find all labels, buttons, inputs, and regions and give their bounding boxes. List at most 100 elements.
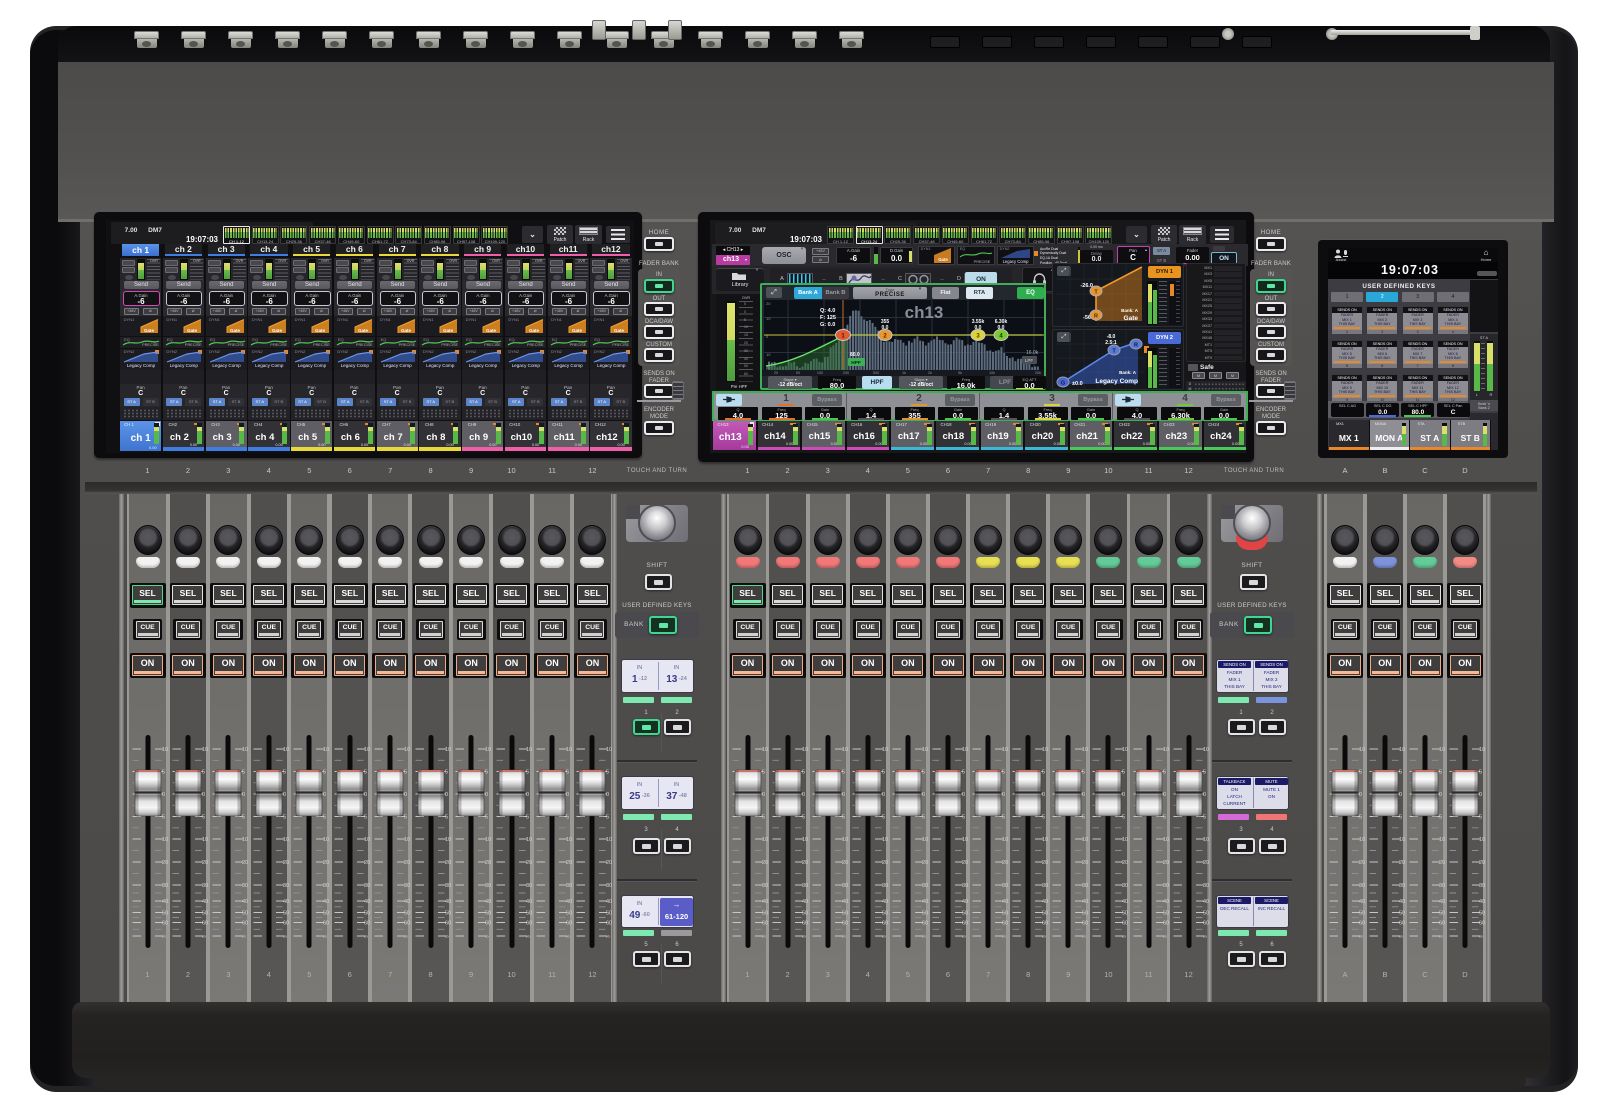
svg-text:60: 60 xyxy=(364,921,370,927)
svg-text:5: 5 xyxy=(1399,770,1402,776)
svg-text:0: 0 xyxy=(1203,792,1206,798)
svg-text:5: 5 xyxy=(1122,770,1125,776)
svg-text:±0.0: ±0.0 xyxy=(1072,381,1083,387)
svg-text:∞: ∞ xyxy=(962,934,966,940)
svg-text:0: 0 xyxy=(1042,792,1045,798)
svg-text:Gate: Gate xyxy=(443,328,454,333)
svg-text:10: 10 xyxy=(404,747,410,753)
svg-text:5: 5 xyxy=(1082,815,1085,821)
svg-text:10: 10 xyxy=(323,837,329,843)
svg-text:30: 30 xyxy=(526,883,532,889)
svg-text:50: 50 xyxy=(162,911,168,917)
svg-text:10: 10 xyxy=(566,747,572,753)
svg-text:0: 0 xyxy=(1479,792,1482,798)
svg-text:∞: ∞ xyxy=(1042,934,1046,940)
svg-text:10: 10 xyxy=(202,747,208,753)
svg-text:20: 20 xyxy=(283,860,289,866)
svg-text:ch13: ch13 xyxy=(905,303,944,322)
svg-text:5: 5 xyxy=(364,815,367,821)
svg-text:16.0k: 16.0k xyxy=(1026,350,1039,356)
svg-text:20: 20 xyxy=(606,860,612,866)
svg-text:0: 0 xyxy=(364,792,367,798)
svg-text:60: 60 xyxy=(1203,921,1209,927)
svg-text:50: 50 xyxy=(1479,911,1485,917)
svg-text:∞: ∞ xyxy=(242,934,246,940)
svg-text:0: 0 xyxy=(606,792,609,798)
svg-text:5: 5 xyxy=(162,815,165,821)
svg-text:Gate: Gate xyxy=(358,328,369,333)
svg-text:50: 50 xyxy=(606,911,612,917)
svg-text:∞: ∞ xyxy=(566,934,570,940)
svg-text:0: 0 xyxy=(566,792,569,798)
svg-text:5: 5 xyxy=(1082,770,1085,776)
svg-text:50: 50 xyxy=(566,911,572,917)
svg-text:60: 60 xyxy=(526,921,532,927)
svg-text:G: G xyxy=(1061,381,1065,387)
svg-text:30: 30 xyxy=(566,883,572,889)
svg-text:∞: ∞ xyxy=(485,934,489,940)
svg-text:Bank: A: Bank: A xyxy=(1121,308,1139,313)
svg-text:0: 0 xyxy=(485,792,488,798)
svg-text:20: 20 xyxy=(202,860,208,866)
svg-text:∞: ∞ xyxy=(1122,934,1126,940)
svg-text:∞: ∞ xyxy=(202,934,206,940)
svg-text:60: 60 xyxy=(202,921,208,927)
svg-text:10: 10 xyxy=(162,837,168,843)
svg-text:30: 30 xyxy=(606,883,612,889)
svg-text:60: 60 xyxy=(242,921,248,927)
svg-text:LPF: LPF xyxy=(1025,358,1034,363)
svg-text:R: R xyxy=(1134,343,1138,349)
svg-text:20: 20 xyxy=(404,860,410,866)
svg-text:30: 30 xyxy=(283,883,289,889)
svg-text:40: 40 xyxy=(566,899,572,905)
svg-text:5: 5 xyxy=(485,770,488,776)
svg-text:5: 5 xyxy=(962,815,965,821)
svg-text:0: 0 xyxy=(802,792,805,798)
svg-text:∞: ∞ xyxy=(842,934,846,940)
svg-text:60: 60 xyxy=(162,921,168,927)
svg-text:40: 40 xyxy=(526,899,532,905)
svg-text:0: 0 xyxy=(526,792,529,798)
svg-text:10: 10 xyxy=(526,747,532,753)
svg-text:5: 5 xyxy=(526,815,529,821)
svg-text:10: 10 xyxy=(445,837,451,843)
svg-text:10: 10 xyxy=(283,747,289,753)
svg-text:60: 60 xyxy=(283,921,289,927)
svg-text:40: 40 xyxy=(364,899,370,905)
svg-text:10: 10 xyxy=(526,837,532,843)
svg-text:∞: ∞ xyxy=(1479,934,1483,940)
svg-text:F: 125: F: 125 xyxy=(820,315,836,321)
svg-text:∞: ∞ xyxy=(1399,934,1403,940)
svg-text:∞: ∞ xyxy=(802,934,806,940)
svg-text:Gate: Gate xyxy=(315,328,326,333)
svg-text:10: 10 xyxy=(364,837,370,843)
svg-text:5: 5 xyxy=(962,770,965,776)
svg-text:40: 40 xyxy=(1203,899,1209,905)
svg-text:5: 5 xyxy=(1163,770,1166,776)
svg-text:5: 5 xyxy=(1163,815,1166,821)
svg-text:Gate: Gate xyxy=(144,328,155,333)
svg-text:40: 40 xyxy=(485,899,491,905)
svg-text:20: 20 xyxy=(445,860,451,866)
svg-text:0: 0 xyxy=(1439,792,1442,798)
svg-text:5: 5 xyxy=(882,770,885,776)
svg-text:10: 10 xyxy=(445,747,451,753)
svg-text:∞: ∞ xyxy=(526,934,530,940)
svg-text:Gate: Gate xyxy=(272,328,283,333)
svg-text:5: 5 xyxy=(922,815,925,821)
svg-text:40: 40 xyxy=(283,899,289,905)
svg-text:60: 60 xyxy=(606,921,612,927)
svg-text:20: 20 xyxy=(1203,860,1209,866)
svg-text:50: 50 xyxy=(526,911,532,917)
svg-text:0: 0 xyxy=(404,792,407,798)
svg-text:0: 0 xyxy=(762,792,765,798)
svg-text:5: 5 xyxy=(802,770,805,776)
svg-text:40: 40 xyxy=(1479,899,1485,905)
svg-text:5: 5 xyxy=(1002,815,1005,821)
svg-text:5: 5 xyxy=(566,770,569,776)
svg-text:5: 5 xyxy=(1439,815,1442,821)
svg-text:∞: ∞ xyxy=(882,934,886,940)
svg-text:Legacy Comp: Legacy Comp xyxy=(1095,378,1138,385)
svg-text:60: 60 xyxy=(485,921,491,927)
svg-text:Gate: Gate xyxy=(938,257,948,262)
